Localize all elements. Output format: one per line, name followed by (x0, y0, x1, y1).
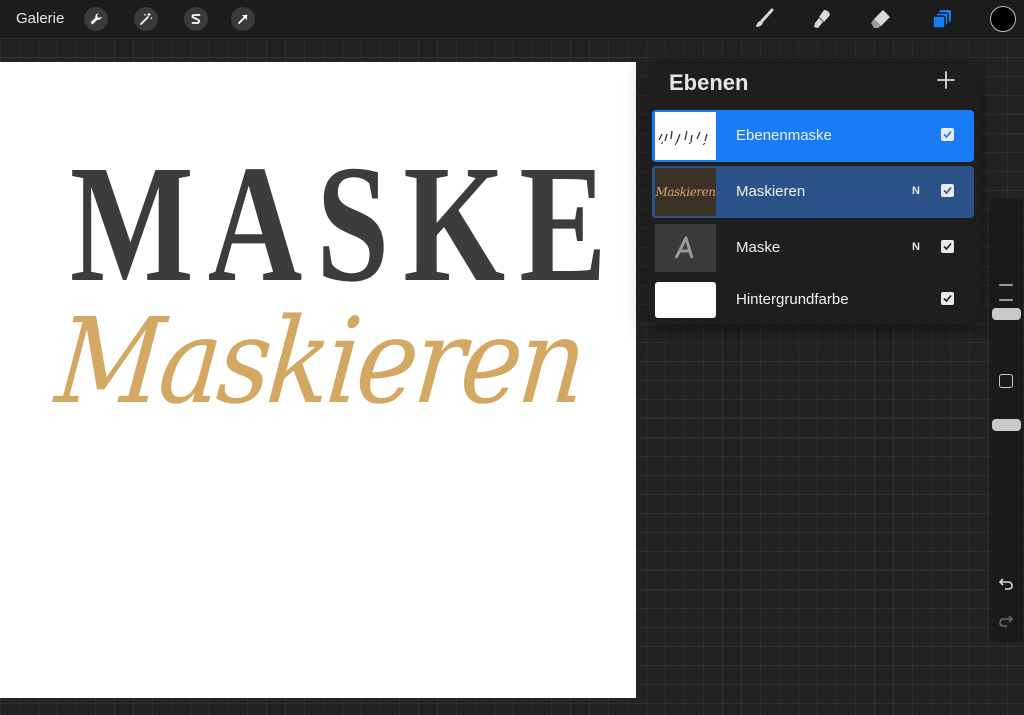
layer-thumbnail (655, 224, 716, 272)
brush-size-tick (999, 284, 1013, 286)
add-layer-button[interactable] (934, 68, 958, 92)
eraser-icon[interactable] (867, 5, 895, 33)
wrench-icon[interactable] (84, 7, 108, 31)
white-swatch-thumbnail (655, 282, 716, 318)
right-sidebar (989, 198, 1023, 642)
layer-name: Ebenenmaske (736, 127, 832, 144)
undo-icon[interactable] (996, 574, 1016, 594)
text-layer-a-icon (674, 236, 693, 259)
layer-row-ebenenmaske[interactable]: Ebenenmaske (652, 110, 974, 162)
layer-row-maske[interactable]: Maske N (652, 222, 974, 274)
magic-wand-icon[interactable] (134, 7, 158, 31)
layer-name: Hintergrundfarbe (736, 291, 849, 308)
layer-visibility-checkbox[interactable] (941, 128, 954, 141)
top-toolbar: Galerie (0, 0, 1024, 38)
checkmark-icon (943, 186, 952, 195)
checkmark-icon (943, 242, 952, 251)
brush-size-tick (999, 299, 1013, 301)
layer-visibility-checkbox[interactable] (941, 184, 954, 197)
layers-icon[interactable] (928, 5, 956, 33)
smudge-icon[interactable] (808, 5, 836, 33)
layer-name: Maskieren (736, 183, 806, 200)
gallery-button[interactable]: Galerie (16, 10, 64, 27)
layer-name: Maske (736, 239, 781, 256)
brush-size-slider[interactable] (992, 308, 1021, 320)
layer-visibility-checkbox[interactable] (941, 240, 954, 253)
checkmark-icon (943, 130, 952, 139)
layer-blend-mode[interactable]: N (912, 241, 920, 253)
transform-arrow-icon[interactable] (231, 7, 255, 31)
redo-icon[interactable] (996, 611, 1016, 631)
layer-thumbnail: Maskieren (655, 168, 716, 216)
layers-panel: Ebenen Ebenenmaske Maskieren Maskieren N (648, 58, 980, 324)
mask-thumbnail-icon (658, 130, 708, 146)
layer-visibility-checkbox[interactable] (941, 292, 954, 305)
modify-button[interactable] (999, 374, 1013, 388)
selection-s-icon[interactable] (184, 7, 208, 31)
canvas-text-maske: MASKE (69, 131, 621, 317)
layer-thumbnail (655, 112, 716, 160)
plus-icon (937, 71, 955, 89)
layers-panel-title: Ebenen (669, 70, 749, 95)
layer-row-hintergrundfarbe[interactable]: Hintergrundfarbe (652, 274, 974, 326)
opacity-slider[interactable] (992, 419, 1021, 431)
color-picker-button[interactable] (990, 6, 1016, 32)
layer-thumbnail-text: Maskieren (655, 185, 716, 199)
layer-row-maskieren[interactable]: Maskieren Maskieren N (652, 166, 974, 218)
drawing-canvas[interactable]: MASKE Maskieren (0, 62, 636, 698)
layer-blend-mode[interactable]: N (912, 185, 920, 197)
canvas-text-maskieren: Maskieren (50, 292, 590, 430)
brush-icon[interactable] (750, 5, 778, 33)
checkmark-icon (943, 294, 952, 303)
